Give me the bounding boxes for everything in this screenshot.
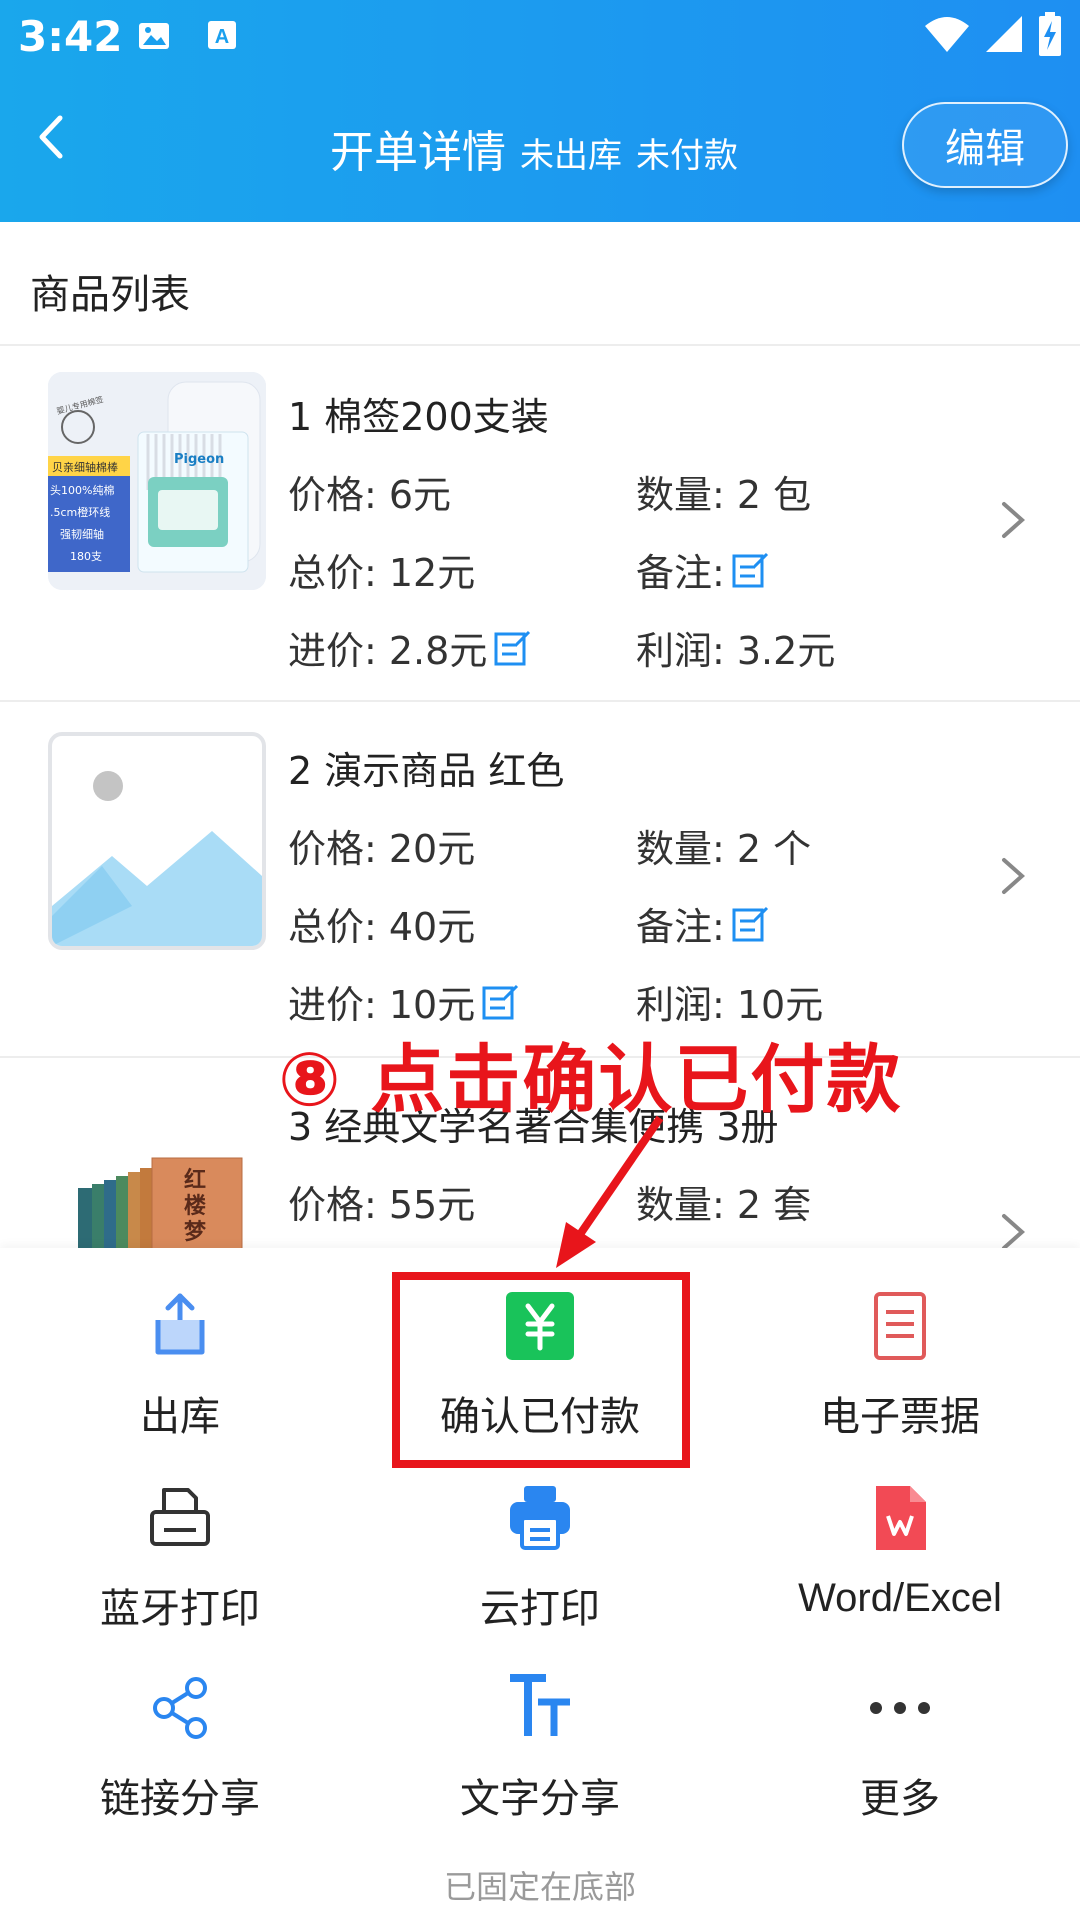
more-icon (870, 1702, 930, 1714)
item-quantity: 数量: 2 包 (636, 473, 812, 517)
action-label: 蓝牙打印 (100, 1586, 260, 1632)
thumb-text: .5cm橙环线 (50, 506, 111, 519)
title-group: 开单详情 未出库 未付款 (330, 116, 738, 180)
status-time: 3:42 (18, 12, 123, 61)
placeholder-image-icon (48, 732, 266, 950)
receipt-icon (874, 1292, 926, 1360)
item-price: 价格: 20元 (288, 827, 476, 871)
item-note[interactable]: 备注: (636, 542, 771, 597)
translate-notification-icon: A (208, 21, 236, 49)
status-right (924, 12, 1062, 56)
thumb-text: 红楼梦 (184, 1168, 207, 1245)
cloud-printer-icon (510, 1486, 570, 1550)
action-label: 云打印 (480, 1586, 600, 1632)
edit-note-icon[interactable] (731, 904, 771, 944)
status-bar: 3:42 A (0, 0, 1080, 75)
share-icon (153, 1677, 207, 1739)
signal-icon (986, 16, 1022, 52)
link-share-button[interactable]: 链接分享 (0, 1648, 360, 1828)
text-icon (510, 1674, 570, 1736)
chevron-right-icon[interactable] (998, 1210, 1028, 1248)
thumb-text: 头100%纯棉 (50, 484, 115, 497)
pinned-note: 已固定在底部 (443, 1868, 636, 1906)
product-image: 红楼梦 (48, 1118, 266, 1248)
item-profit: 利润: 3.2元 (636, 629, 836, 673)
thumb-text: Pigeon (174, 452, 225, 467)
word-excel-button[interactable]: Word/Excel (720, 1458, 1080, 1638)
list-item[interactable]: 2 演示商品 红色 价格: 20元 数量: 2 个 总价: 40元 备注: 进价… (0, 702, 1080, 1057)
product-image: 婴儿专用棉签 Pigeon 贝亲细轴棉棒 头100%纯棉 .5cm橙环线 强韧细… (48, 372, 266, 590)
item-cost[interactable]: 进价: 2.8元 (288, 620, 533, 675)
payment-status: 未付款 (636, 136, 738, 176)
thumb-text: 贝亲细轴棉棒 (52, 461, 118, 474)
edit-cost-icon[interactable] (481, 982, 521, 1022)
list-item[interactable]: 婴儿专用棉签 Pigeon 贝亲细轴棉棒 头100%纯棉 .5cm橙环线 强韧细… (0, 346, 1080, 701)
text-share-button[interactable]: 文字分享 (360, 1648, 720, 1828)
action-label: 链接分享 (100, 1776, 260, 1822)
item-name: 2 演示商品 红色 (288, 749, 565, 793)
action-label: 更多 (860, 1776, 940, 1822)
svg-text:A: A (215, 26, 229, 48)
item-price: 价格: 55元 (288, 1183, 476, 1227)
edit-cost-icon[interactable] (493, 628, 533, 668)
more-button[interactable]: 更多 (720, 1648, 1080, 1828)
thumb-text: 强韧细轴 (60, 528, 104, 541)
bluetooth-print-button[interactable]: 蓝牙打印 (0, 1458, 360, 1638)
cloud-print-button[interactable]: 云打印 (360, 1458, 720, 1638)
thumb-text: 180支 (70, 550, 102, 563)
item-price: 价格: 6元 (288, 473, 452, 517)
item-quantity: 数量: 2 个 (636, 827, 812, 871)
page-title: 开单详情 (330, 127, 506, 178)
printer-outline-icon (150, 1488, 210, 1546)
edit-button[interactable]: 编辑 (902, 102, 1068, 188)
e-receipt-button[interactable]: 电子票据 (720, 1266, 1080, 1446)
outbound-button[interactable]: 出库 (0, 1266, 360, 1446)
item-name: 1 棉签200支装 (288, 395, 549, 439)
image-notification-icon (139, 23, 169, 49)
battery-icon (1039, 12, 1061, 56)
wifi-icon (925, 17, 969, 52)
action-label: 电子票据 (820, 1394, 980, 1440)
action-label: Word/Excel (798, 1576, 1002, 1620)
item-total: 总价: 12元 (288, 551, 476, 595)
upload-icon (155, 1293, 205, 1355)
edit-note-icon[interactable] (731, 550, 771, 590)
annotation-highlight-box (392, 1272, 690, 1468)
app-header: 3:42 A 开单详情 未出库 未付款 编辑 (0, 0, 1080, 222)
word-file-icon (876, 1486, 926, 1550)
chevron-right-icon[interactable] (998, 854, 1028, 898)
item-note[interactable]: 备注: (636, 896, 771, 951)
chevron-right-icon[interactable] (998, 498, 1028, 542)
nav-bar: 开单详情 未出库 未付款 编辑 (0, 90, 1080, 200)
action-label: 文字分享 (460, 1776, 620, 1822)
item-total: 总价: 40元 (288, 905, 476, 949)
back-arrow-icon[interactable] (28, 112, 78, 162)
outbound-status: 未出库 (520, 136, 622, 176)
item-quantity: 数量: 2 套 (636, 1183, 812, 1227)
action-label: 出库 (140, 1394, 220, 1440)
annotation-text: ⑧ 点击确认已付款 (278, 1037, 903, 1123)
section-title: 商品列表 (30, 272, 190, 318)
